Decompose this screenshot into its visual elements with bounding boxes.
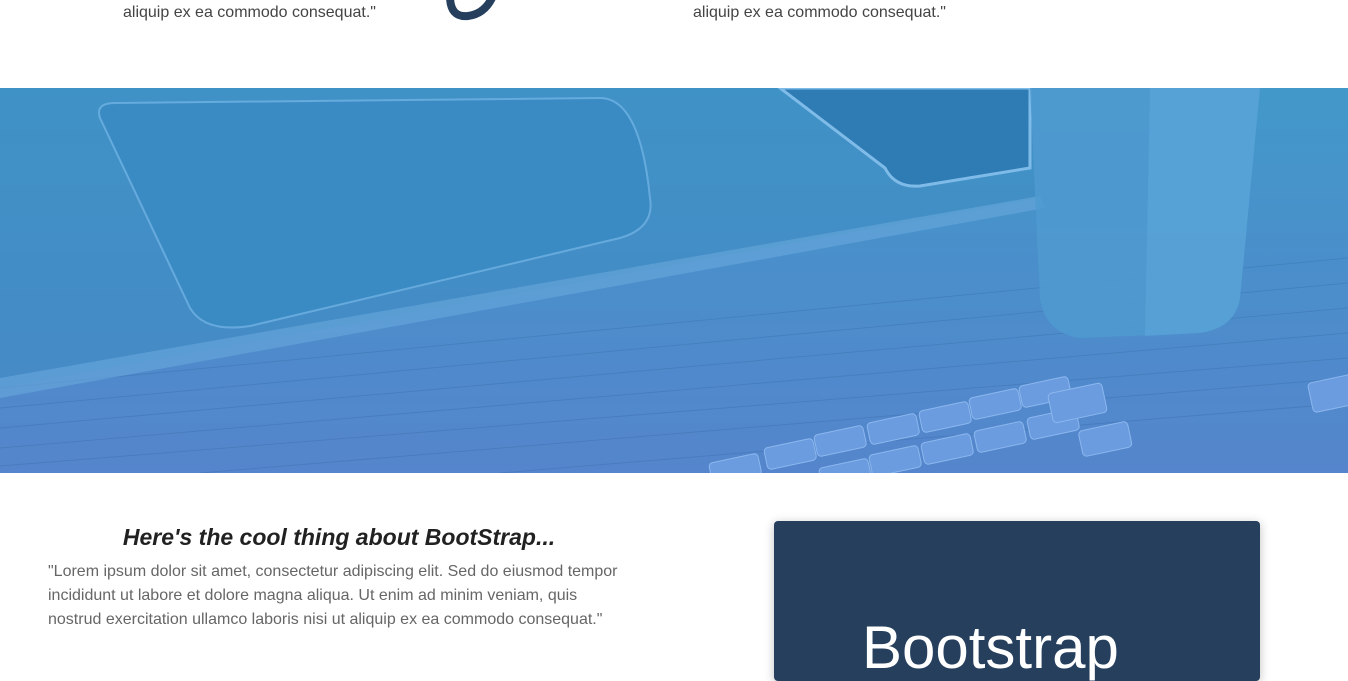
feature-paragraph: "Lorem ipsum dolor sit amet, consectetur…: [48, 563, 618, 628]
desk-photo-illustration: [0, 88, 1348, 473]
top-text-strip: aliquip ex ea commodo consequat." aliqui…: [0, 0, 1348, 88]
quote-right-ending: aliquip ex ea commodo consequat.": [693, 4, 946, 21]
hero-image-band: [0, 88, 1348, 473]
feature-heading: Here's the cool thing about BootStrap...: [122, 524, 556, 550]
bootstrap-card: Bootstrap: [774, 521, 1260, 681]
quote-left-ending: aliquip ex ea commodo consequat.": [123, 4, 376, 21]
card-title: Bootstrap: [862, 614, 1119, 681]
partial-logo-icon: [446, 0, 496, 21]
